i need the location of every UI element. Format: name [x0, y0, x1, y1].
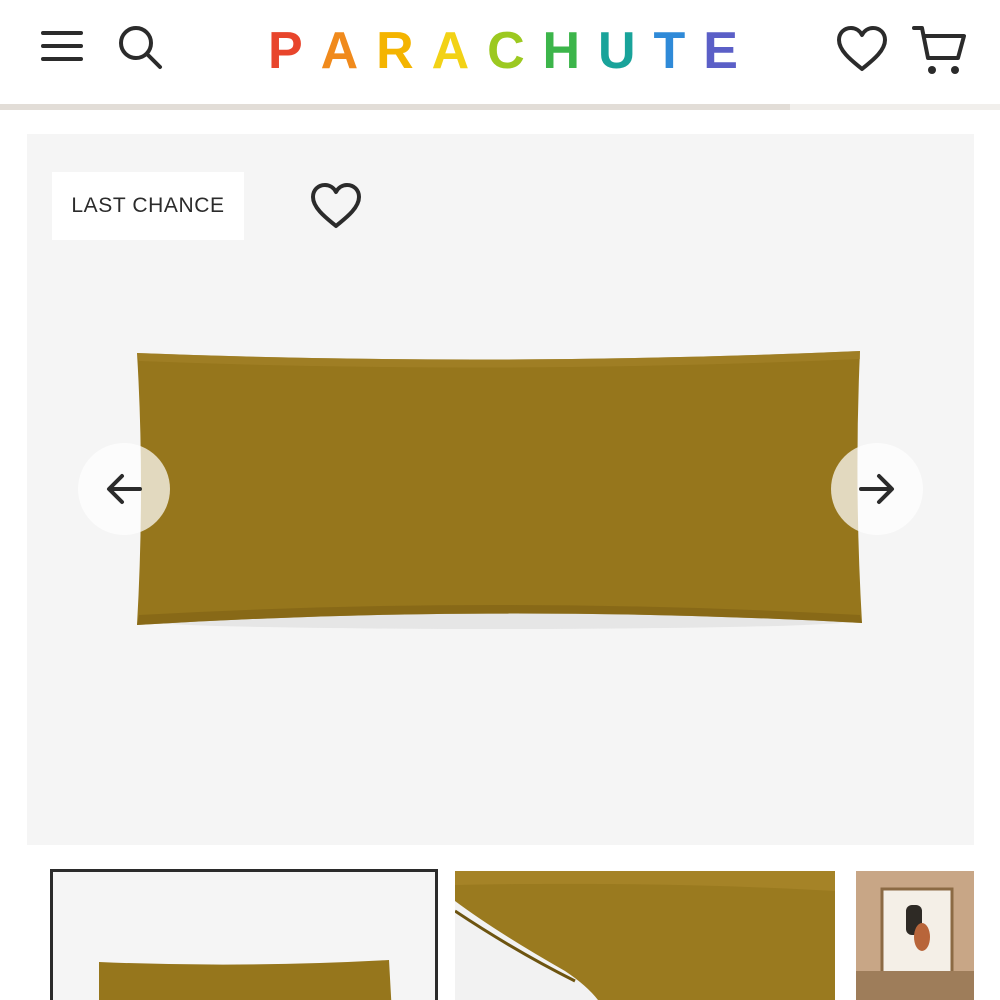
cart-icon[interactable] [908, 20, 970, 80]
search-icon[interactable] [112, 20, 168, 74]
thumbnail-strip [0, 868, 1000, 1000]
logo-letter: A [431, 22, 470, 80]
logo-letter: A [320, 22, 359, 80]
last-chance-badge: LAST CHANCE [52, 172, 244, 240]
brand-logo[interactable]: PARACHUTE [268, 22, 738, 80]
body-pillow-image [137, 351, 862, 629]
wishlist-heart-icon[interactable] [307, 178, 365, 234]
logo-letter: R [376, 22, 414, 80]
logo-letter: C [487, 22, 525, 80]
heart-icon[interactable] [832, 20, 892, 78]
logo-letter: T [653, 22, 686, 80]
thumbnail-fabric-detail[interactable] [455, 871, 835, 1000]
logo-letter: E [703, 22, 738, 80]
logo-letter: P [268, 22, 303, 80]
logo-letter: U [598, 22, 636, 80]
next-image-button[interactable] [831, 443, 923, 535]
gallery-progress-fill [0, 104, 790, 110]
previous-image-button[interactable] [78, 443, 170, 535]
gallery-progress-bar [0, 104, 1000, 110]
site-header: PARACHUTE [0, 0, 1000, 105]
thumbnail-lifestyle[interactable] [856, 871, 974, 1000]
product-image-gallery[interactable]: LAST CHANCE [27, 134, 974, 845]
menu-icon[interactable] [36, 22, 88, 70]
thumbnail-pillow-front[interactable] [50, 869, 438, 1000]
logo-letter: H [542, 22, 581, 80]
